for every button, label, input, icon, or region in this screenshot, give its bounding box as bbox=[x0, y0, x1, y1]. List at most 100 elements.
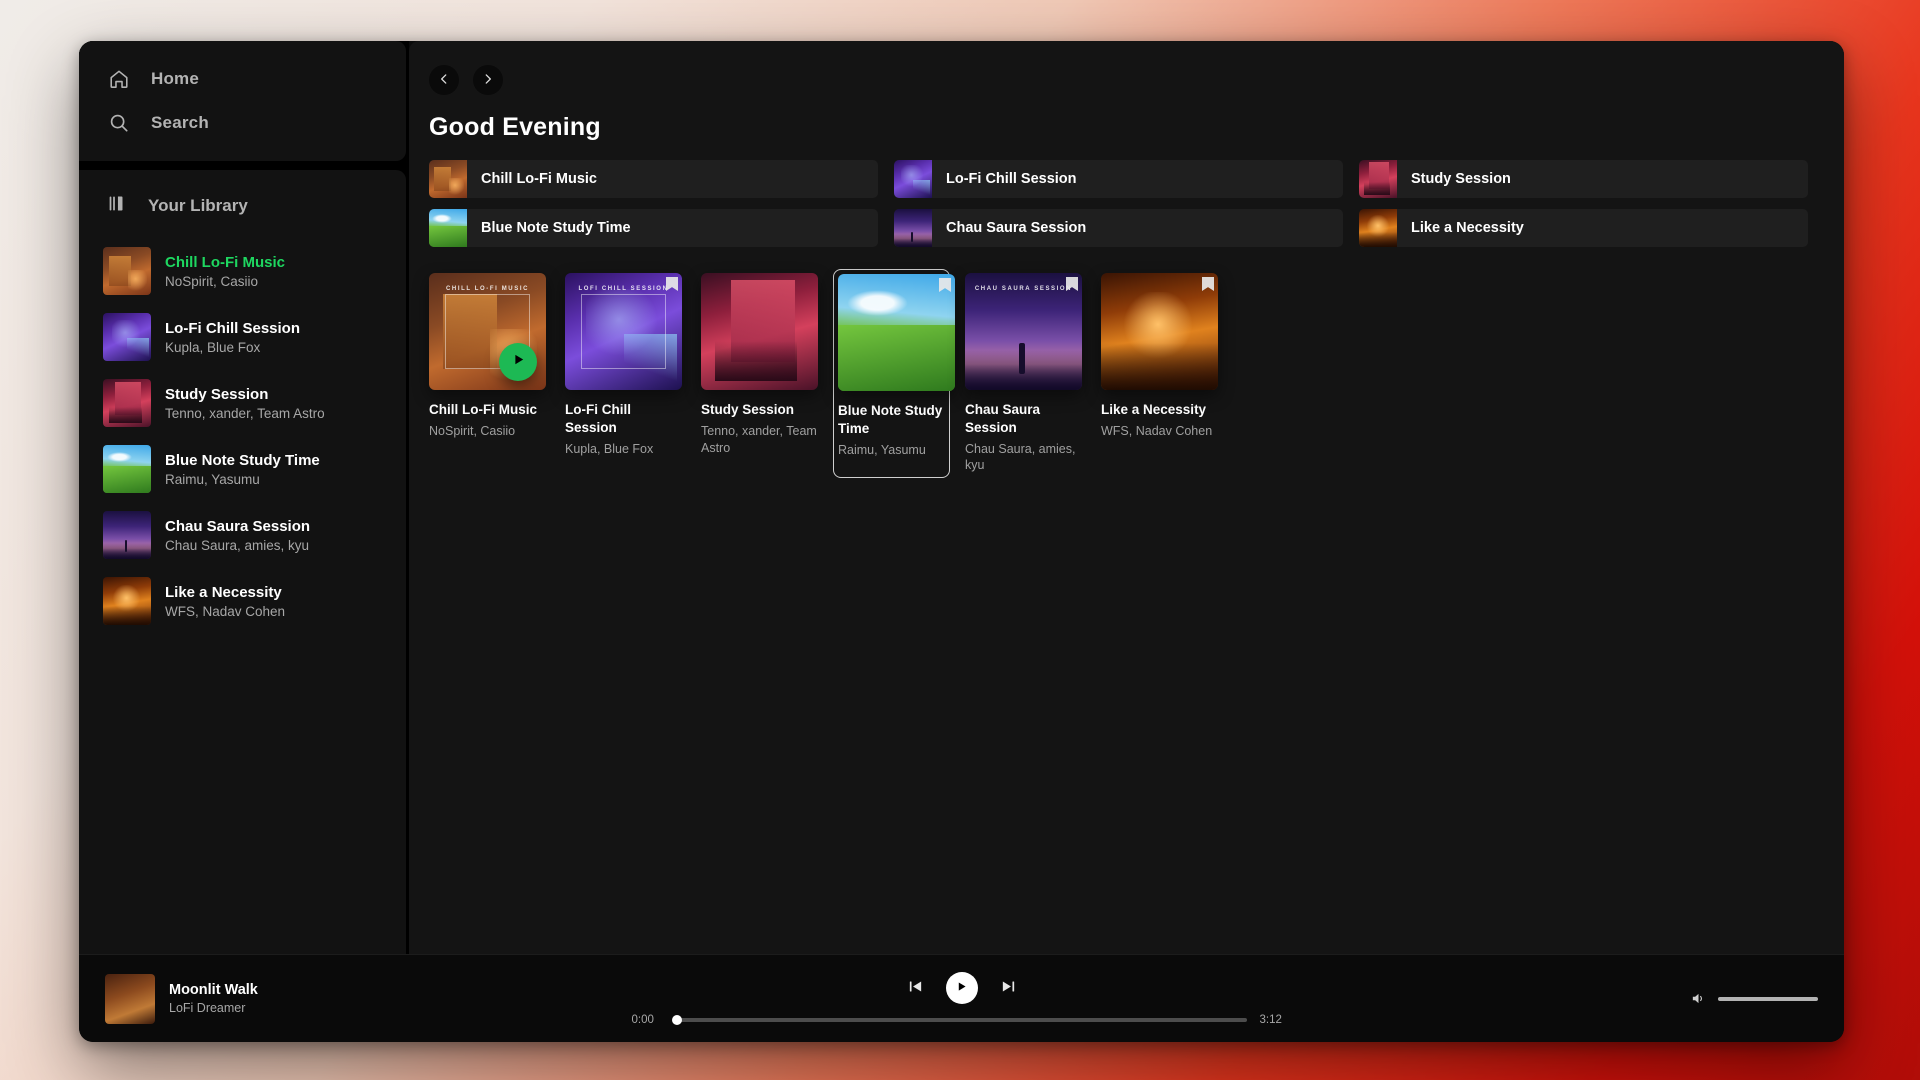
player-center: 0:00 3:12 bbox=[435, 971, 1488, 1026]
library-panel: Your Library Chill Lo-Fi Music NoSpirit,… bbox=[79, 170, 406, 954]
album-title: Chill Lo-Fi Music bbox=[429, 402, 537, 417]
album-artists: Raimu, Yasumu bbox=[838, 442, 926, 457]
quick-tile[interactable]: Blue Note Study Time bbox=[429, 209, 878, 247]
album-artwork bbox=[838, 274, 955, 391]
chevron-left-icon bbox=[437, 72, 451, 89]
album-artists: Tenno, xander, Team Astro bbox=[701, 423, 817, 455]
playlist-thumbnail bbox=[103, 511, 151, 559]
skip-next-icon bbox=[1000, 978, 1017, 998]
quick-tile-thumbnail bbox=[429, 209, 467, 247]
sidebar-item-search[interactable]: Search bbox=[79, 101, 406, 145]
album-artists: NoSpirit, Casiio bbox=[429, 423, 516, 438]
playlist-artists: Tenno, xander, Team Astro bbox=[165, 405, 325, 421]
playlist-artists: WFS, Nadav Cohen bbox=[165, 603, 286, 619]
list-item[interactable]: Like a Necessity WFS, Nadav Cohen bbox=[89, 568, 396, 634]
chevron-right-icon bbox=[481, 72, 495, 89]
album-artwork bbox=[1101, 273, 1218, 390]
progress-slider[interactable] bbox=[671, 1014, 1247, 1025]
quick-tile[interactable]: Chau Saura Session bbox=[894, 209, 1343, 247]
playlist-thumbnail bbox=[103, 379, 151, 427]
quick-tile-label: Study Session bbox=[1411, 171, 1511, 187]
home-icon bbox=[107, 67, 131, 91]
album-artists: WFS, Nadav Cohen bbox=[1101, 423, 1213, 438]
skip-previous-icon bbox=[907, 978, 924, 998]
playlist-thumbnail bbox=[103, 445, 151, 493]
playlist-artists: NoSpirit, Casiio bbox=[165, 273, 259, 289]
album-card[interactable]: CHAU SAURA SESSION Chau Saura Session Ch… bbox=[965, 273, 1082, 474]
play-pause-button[interactable] bbox=[945, 971, 978, 1004]
quick-tile-thumbnail bbox=[1359, 160, 1397, 198]
now-playing-title: Moonlit Walk bbox=[169, 982, 258, 998]
sidebar-item-home[interactable]: Home bbox=[79, 57, 406, 101]
playlist-artists: Chau Saura, amies, kyu bbox=[165, 537, 310, 553]
album-artists: Kupla, Blue Fox bbox=[565, 441, 654, 456]
list-item[interactable]: Lo-Fi Chill Session Kupla, Blue Fox bbox=[89, 304, 396, 370]
main-content: Good Evening Chill Lo-Fi Music Lo-Fi Chi… bbox=[409, 41, 1844, 954]
quick-tile-label: Like a Necessity bbox=[1411, 220, 1524, 236]
album-title: Chau Saura Session bbox=[965, 402, 1041, 435]
nav-back-button[interactable] bbox=[429, 65, 459, 95]
page-title: Good Evening bbox=[429, 113, 601, 141]
playlist-meta: Like a Necessity WFS, Nadav Cohen bbox=[165, 584, 285, 619]
album-artwork bbox=[701, 273, 818, 390]
album-card[interactable]: Blue Note Study Time Raimu, Yasumu bbox=[833, 269, 955, 479]
library-icon bbox=[107, 193, 128, 219]
volume-icon[interactable] bbox=[1690, 990, 1707, 1007]
sidebar-nav-panel: Home Search bbox=[79, 41, 406, 161]
now-playing-artwork bbox=[105, 973, 155, 1024]
album-card[interactable]: CHILL LO-FI MUSIC Chill Lo-Fi Music NoSp… bbox=[429, 273, 546, 474]
player-bar: Moonlit Walk LoFi Dreamer 0:00 3:12 bbox=[79, 954, 1844, 1042]
now-playing[interactable]: Moonlit Walk LoFi Dreamer bbox=[105, 973, 435, 1024]
quick-tile-thumbnail bbox=[894, 160, 932, 198]
album-card[interactable]: Like a Necessity WFS, Nadav Cohen bbox=[1101, 273, 1218, 474]
quick-tile[interactable]: Lo-Fi Chill Session bbox=[894, 160, 1343, 198]
duration-time: 3:12 bbox=[1259, 1013, 1282, 1026]
sidebar: Home Search Your Library Chill Lo-Fi Mus… bbox=[79, 41, 409, 954]
playlist-thumbnail bbox=[103, 247, 151, 295]
playlist-thumbnail bbox=[103, 313, 151, 361]
album-card[interactable]: LOFI CHILL SESSION Lo-Fi Chill Session K… bbox=[565, 273, 682, 474]
quick-tile[interactable]: Like a Necessity bbox=[1359, 209, 1808, 247]
playlist-meta: Study Session Tenno, xander, Team Astro bbox=[165, 386, 325, 421]
library-list: Chill Lo-Fi Music NoSpirit, Casiio Lo-Fi… bbox=[79, 238, 406, 634]
quick-tile-label: Lo-Fi Chill Session bbox=[946, 171, 1077, 187]
nav-forward-button[interactable] bbox=[473, 65, 503, 95]
album-title: Lo-Fi Chill Session bbox=[565, 402, 631, 435]
list-item[interactable]: Study Session Tenno, xander, Team Astro bbox=[89, 370, 396, 436]
quick-tile[interactable]: Study Session bbox=[1359, 160, 1808, 198]
playlist-title: Blue Note Study Time bbox=[165, 451, 320, 469]
playlist-meta: Chill Lo-Fi Music NoSpirit, Casiio bbox=[165, 254, 285, 289]
play-button[interactable] bbox=[499, 343, 537, 381]
playlist-artists: Raimu, Yasumu bbox=[165, 471, 260, 487]
quick-tile-label: Chill Lo-Fi Music bbox=[481, 171, 597, 187]
album-artwork: CHAU SAURA SESSION bbox=[965, 273, 1082, 390]
app-window: Home Search Your Library Chill Lo-Fi Mus… bbox=[79, 41, 1844, 1042]
next-button[interactable] bbox=[1000, 978, 1017, 998]
playlist-title: Like a Necessity bbox=[165, 583, 282, 601]
playlist-meta: Blue Note Study Time Raimu, Yasumu bbox=[165, 452, 320, 487]
quick-tile[interactable]: Chill Lo-Fi Music bbox=[429, 160, 878, 198]
playlist-title: Lo-Fi Chill Session bbox=[165, 319, 301, 337]
playlist-thumbnail bbox=[103, 577, 151, 625]
elapsed-time: 0:00 bbox=[631, 1013, 654, 1026]
list-item[interactable]: Blue Note Study Time Raimu, Yasumu bbox=[89, 436, 396, 502]
album-card[interactable]: Study Session Tenno, xander, Team Astro bbox=[701, 273, 818, 474]
album-title: Blue Note Study Time bbox=[838, 403, 943, 436]
progress-knob[interactable] bbox=[671, 1014, 682, 1025]
playlist-title: Study Session bbox=[165, 385, 269, 403]
album-card-row: CHILL LO-FI MUSIC Chill Lo-Fi Music NoSp… bbox=[429, 269, 1808, 479]
previous-button[interactable] bbox=[907, 978, 924, 998]
album-artwork: CHILL LO-FI MUSIC bbox=[429, 273, 546, 390]
list-item[interactable]: Chau Saura Session Chau Saura, amies, ky… bbox=[89, 502, 396, 568]
quick-tile-thumbnail bbox=[894, 209, 932, 247]
now-playing-artist: LoFi Dreamer bbox=[169, 1001, 246, 1015]
progress-row: 0:00 3:12 bbox=[632, 1014, 1292, 1026]
playlist-title: Chau Saura Session bbox=[165, 517, 311, 535]
now-playing-meta: Moonlit Walk LoFi Dreamer bbox=[169, 982, 258, 1015]
your-library-button[interactable]: Your Library bbox=[79, 186, 406, 226]
list-item[interactable]: Chill Lo-Fi Music NoSpirit, Casiio bbox=[89, 238, 396, 304]
navigation-buttons bbox=[429, 65, 1808, 95]
volume-slider[interactable] bbox=[1718, 996, 1818, 1001]
album-artwork: LOFI CHILL SESSION bbox=[565, 273, 682, 390]
quick-access-grid: Chill Lo-Fi Music Lo-Fi Chill Session St… bbox=[429, 160, 1808, 247]
